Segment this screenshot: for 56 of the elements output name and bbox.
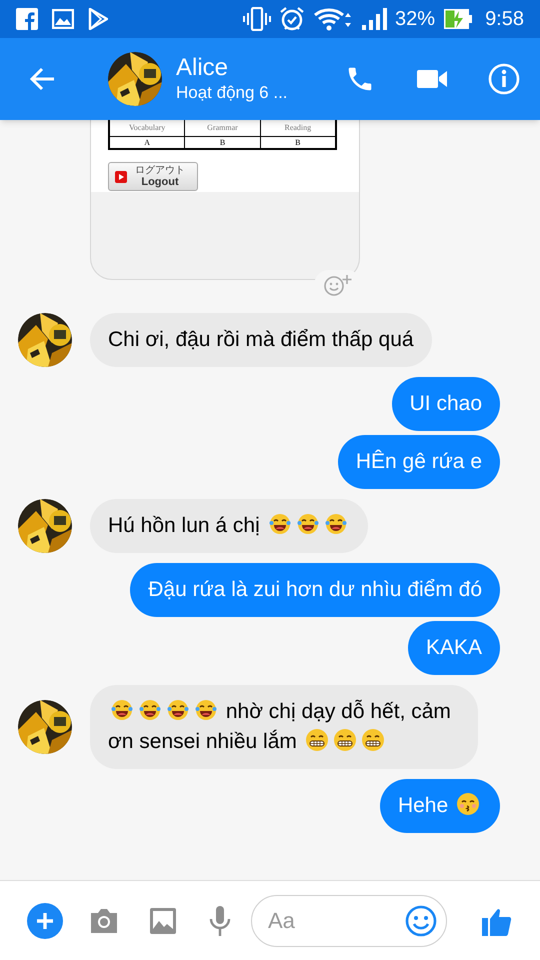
info-icon [488, 63, 520, 95]
message-bubble: Hú hồn lun á chị [90, 499, 368, 553]
wifi-icon [313, 7, 354, 31]
photo-button[interactable] [149, 906, 177, 934]
table-cell-text: A [143, 137, 152, 148]
image-attachment[interactable]: Vocabulary Grammar Reading A B B ログアウト Logout [90, 120, 360, 280]
facebook-icon [16, 8, 38, 30]
table-cell: B [184, 137, 260, 148]
table-cell: B [260, 137, 335, 148]
table-header-cell: Reading [260, 120, 335, 136]
plus-icon [36, 912, 54, 930]
grinning-emoji-icon [304, 728, 329, 752]
active-status: Hoạt động 6 ... [176, 82, 288, 104]
laughing-emoji-icon [194, 698, 218, 722]
logout-label-japanese: ログアウト [135, 164, 185, 176]
grinning-emoji-icon [360, 728, 385, 752]
logout-label: Logout [141, 176, 179, 188]
table-header-cell-text: Vocabulary [128, 122, 166, 134]
battery-charging-icon [443, 8, 474, 30]
message-bubble: nhờ chị dạy dỗ hết, cảm ơn sensei nhiều lắm [90, 685, 478, 769]
gallery-icon [52, 9, 74, 29]
message-bubble: Chi ơi, đậu rồi mà điểm thấp quá [90, 313, 432, 367]
image-icon [149, 906, 177, 934]
message-bubble: KAKA [408, 621, 500, 675]
clock: 9:58 [485, 7, 524, 32]
message-bubble: Hehe [380, 779, 500, 833]
battery-percent: 32% [395, 7, 436, 32]
table-header-cell: Grammar [184, 120, 260, 136]
laughing-emoji-icon [324, 512, 348, 536]
message-bubble: UI chao [392, 377, 500, 431]
kissing-emoji-icon [456, 792, 480, 816]
message-bubble: HÊn gê rứa e [338, 435, 500, 489]
video-camera-icon [417, 68, 447, 90]
back-arrow-icon [29, 67, 55, 91]
alarm-icon [279, 6, 306, 32]
add-reaction-icon [323, 274, 353, 296]
play-store-icon [88, 8, 108, 30]
laughing-emoji-icon [166, 698, 190, 722]
microphone-icon [209, 904, 231, 936]
camera-icon [89, 906, 119, 934]
camera-button[interactable] [89, 906, 119, 934]
laughing-emoji-icon [296, 512, 320, 536]
signal-icon [361, 8, 388, 30]
play-icon [115, 170, 127, 182]
message-bubble: Đậu rứa là zui hơn dư nhìu điểm đó [130, 563, 500, 617]
grinning-emoji-icon [332, 728, 357, 752]
contact-name: Alice [176, 54, 230, 82]
vibrate-icon [243, 7, 272, 31]
logout-button[interactable]: ログアウト Logout [108, 162, 198, 191]
add-button[interactable] [27, 902, 63, 938]
emoji-icon[interactable] [405, 904, 437, 936]
laughing-emoji-icon [268, 512, 292, 536]
microphone-button[interactable] [209, 904, 231, 936]
laughing-emoji-icon [110, 698, 134, 722]
laughing-emoji-icon [138, 698, 162, 722]
message-input[interactable]: Aa [251, 894, 447, 946]
